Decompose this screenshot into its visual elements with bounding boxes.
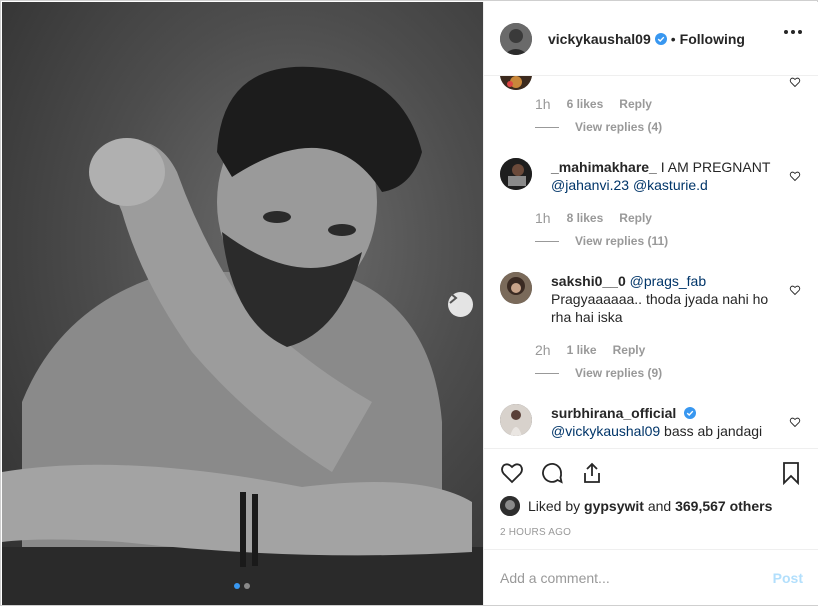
more-dot-icon [798, 30, 802, 34]
comment-meta: 1h 6 likes Reply [535, 96, 668, 112]
post-actions-section: Liked by gypsywit and 369,567 others 2 H… [484, 448, 818, 548]
view-replies-button[interactable]: View replies (9) [535, 366, 662, 380]
reply-button[interactable]: Reply [619, 97, 652, 111]
more-options-button[interactable] [784, 30, 802, 34]
heart-icon[interactable] [500, 461, 524, 485]
author-avatar[interactable] [500, 22, 532, 55]
comment-body: surbhirana_official @vickykaushal09 bass… [551, 404, 776, 440]
comment-item: _mahimakhare_ I AM PREGNANT @jahanvi.23 … [500, 158, 805, 198]
bookmark-icon[interactable] [779, 461, 803, 485]
comment-meta: 2h 1 like Reply [535, 342, 661, 358]
author-username[interactable]: vickykaushal09 [548, 31, 651, 47]
share-icon[interactable] [580, 461, 604, 485]
comment-mention[interactable]: @vickykaushal09 [551, 423, 660, 439]
header-separator: • [670, 30, 676, 47]
commenter-avatar[interactable] [500, 158, 532, 190]
comment-item: surbhirana_official @vickykaushal09 bass… [500, 404, 805, 448]
post-comment-button[interactable]: Post [773, 570, 803, 586]
liked-by-and: and [647, 498, 672, 514]
comment-body: _mahimakhare_ I AM PREGNANT @jahanvi.23 … [551, 158, 776, 194]
comment-like-icon[interactable] [789, 284, 801, 296]
comments-list[interactable]: 1h 6 likes Reply View replies (4) _mahim… [484, 76, 818, 448]
carousel-dot [244, 583, 250, 589]
instagram-post-window: vickykaushal09 • Following 1h 6 likes Re… [0, 0, 818, 606]
liker-avatar[interactable] [500, 496, 520, 516]
comment-mention[interactable]: @prags_fab [630, 273, 706, 289]
comment-body: sakshi0__0 @prags_fab Pragyaaaaaa.. thod… [551, 272, 776, 326]
comment-time: 1h [535, 210, 551, 226]
post-header: vickykaushal09 • Following [484, 2, 818, 76]
comment-text: I AM PREGNANT [660, 159, 771, 175]
more-dot-icon [784, 30, 788, 34]
view-replies-label: View replies (11) [575, 234, 669, 248]
comment-text: bass ab jandagi [664, 423, 763, 439]
comment-text: Pragyaaaaaa.. thoda jyada nahi ho rha ha… [551, 291, 769, 325]
action-icons [500, 461, 604, 485]
comment-mention[interactable]: @jahanvi.23 [551, 177, 629, 193]
commenter-avatar[interactable] [500, 404, 532, 436]
view-replies-button[interactable]: View replies (4) [535, 120, 662, 134]
post-photo[interactable] [2, 2, 483, 605]
following-button[interactable]: Following [680, 31, 745, 47]
liked-by-summary[interactable]: Liked by gypsywit and 369,567 others [500, 496, 772, 516]
comment-time: 1h [535, 96, 551, 112]
view-replies-button[interactable]: View replies (11) [535, 234, 668, 248]
comment-like-icon[interactable] [789, 416, 801, 428]
commenter-avatar[interactable] [500, 76, 532, 90]
verified-badge-icon [684, 407, 697, 419]
commenter-avatar[interactable] [500, 272, 532, 304]
post-timestamp[interactable]: 2 HOURS AGO [500, 527, 571, 538]
comment-username[interactable]: _mahimakhare_ [551, 159, 657, 175]
carousel-indicator [234, 583, 250, 589]
comment-likes[interactable]: 1 like [567, 343, 597, 357]
comment-mention[interactable]: @kasturie.d [633, 177, 708, 193]
liked-by-prefix: Liked by [528, 498, 581, 514]
chevron-right-icon [449, 292, 458, 304]
add-comment-form: Post [484, 549, 818, 605]
more-dot-icon [791, 30, 795, 34]
divider-line [535, 240, 559, 242]
verified-badge-icon [654, 32, 667, 45]
comment-input[interactable] [500, 569, 773, 586]
view-replies-label: View replies (4) [575, 120, 663, 134]
divider-line [535, 126, 559, 128]
comment-like-icon[interactable] [789, 76, 801, 88]
comment-time: 2h [535, 342, 551, 358]
comment-meta: 1h 8 likes Reply [535, 210, 668, 226]
comment-item: sakshi0__0 @prags_fab Pragyaaaaaa.. thod… [500, 272, 805, 325]
reply-button[interactable]: Reply [619, 211, 652, 225]
carousel-dot-active [234, 583, 240, 589]
liked-by-others[interactable]: 369,567 others [675, 498, 772, 514]
divider-line [535, 372, 559, 374]
comment-likes[interactable]: 8 likes [567, 211, 604, 225]
carousel-next-button[interactable] [448, 292, 473, 317]
reply-button[interactable]: Reply [613, 343, 646, 357]
comment-icon[interactable] [540, 461, 564, 485]
liked-by-user[interactable]: gypsywit [584, 498, 644, 514]
post-side-panel: vickykaushal09 • Following 1h 6 likes Re… [483, 2, 818, 605]
comment-likes[interactable]: 6 likes [567, 97, 604, 111]
comment-username[interactable]: sakshi0__0 [551, 273, 626, 289]
comment-like-icon[interactable] [789, 170, 801, 182]
comment-username[interactable]: surbhirana_official [551, 405, 676, 421]
view-replies-label: View replies (9) [575, 366, 663, 380]
photo-illustration [2, 66, 483, 605]
